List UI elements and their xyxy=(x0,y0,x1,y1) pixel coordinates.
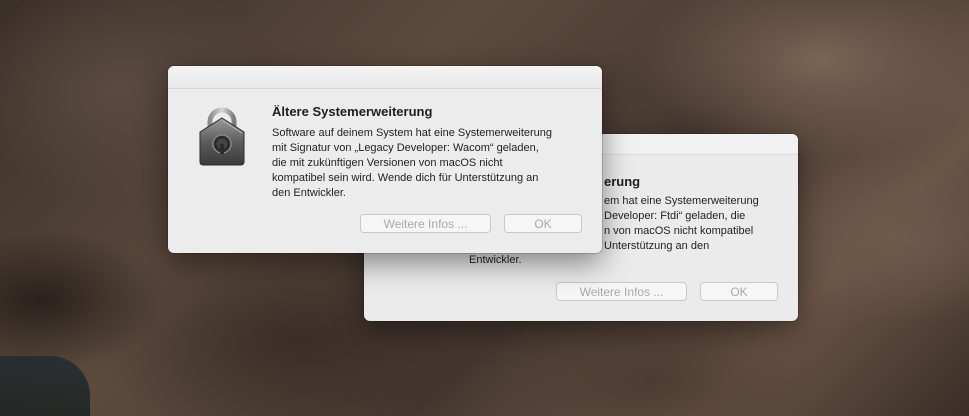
dialog-message-line: Entwickler. xyxy=(469,254,522,266)
ok-button[interactable]: OK xyxy=(700,282,778,301)
dialog-message-line: mit Signatur von „Legacy Developer: Waco… xyxy=(272,142,539,154)
dialog-message-line: den Entwickler. xyxy=(272,187,346,199)
title-bar xyxy=(168,66,602,89)
more-info-button[interactable]: Weitere Infos ... xyxy=(360,214,491,233)
dialog-message-line: Software auf deinem System hat eine Syst… xyxy=(272,127,553,139)
ok-button[interactable]: OK xyxy=(504,214,582,233)
more-info-button[interactable]: Weitere Infos ... xyxy=(556,282,687,301)
dialog-title: erung xyxy=(604,174,641,189)
dialog-message-line: Unterstützung an den xyxy=(604,240,710,252)
dialog-message-line: Developer: Ftdi“ geladen, die xyxy=(604,210,746,222)
gatekeeper-lock-icon xyxy=(199,107,245,166)
dialog-message-line: kompatibel sein wird. Wende dich für Unt… xyxy=(272,172,539,184)
dialog-message-line: em hat eine Systemerweiterung xyxy=(604,195,759,207)
dialog-message-line: n von macOS nicht kompatibel xyxy=(604,225,754,237)
desktop-wallpaper xyxy=(0,356,90,416)
legacy-extension-alert-wacom: Ältere Systemerweiterung Software auf de… xyxy=(168,66,602,253)
dialog-message-line: die mit zukünftigen Versionen von macOS … xyxy=(272,157,503,169)
dialog-title: Ältere Systemerweiterung xyxy=(272,104,433,119)
